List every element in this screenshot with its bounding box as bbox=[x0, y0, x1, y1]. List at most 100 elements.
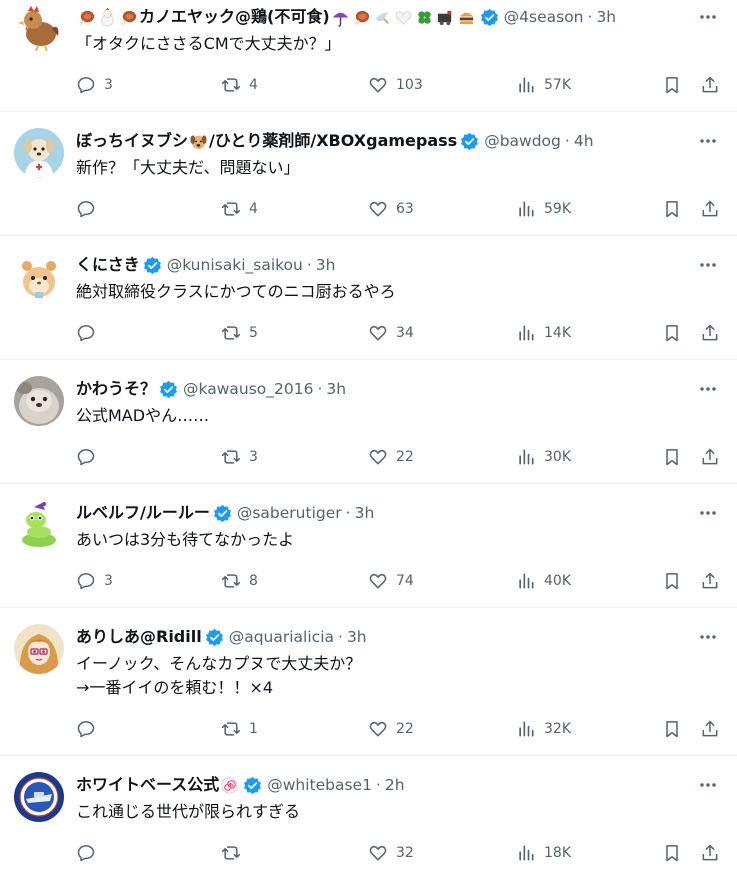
retweet-button[interactable]: 5 bbox=[221, 321, 258, 345]
share-button[interactable] bbox=[700, 569, 720, 593]
share-button[interactable] bbox=[700, 197, 720, 221]
user-handle[interactable]: @4season bbox=[504, 6, 584, 28]
user-handle[interactable]: @kunisaki_saikou bbox=[167, 254, 303, 276]
views-button[interactable]: 14K bbox=[516, 321, 571, 345]
tweet-header: かわうそ？ @kawauso_2016 · 3h bbox=[76, 378, 697, 400]
like-icon bbox=[369, 77, 387, 93]
views-button[interactable]: 18K bbox=[516, 841, 571, 865]
bookmark-button[interactable] bbox=[662, 73, 682, 97]
user-handle[interactable]: @kawauso_2016 bbox=[183, 378, 313, 400]
otter-photo-avatar[interactable] bbox=[14, 376, 64, 426]
retweet-button[interactable]: 8 bbox=[221, 569, 258, 593]
view-count: 59K bbox=[544, 201, 571, 217]
reply-button[interactable]: 3 bbox=[76, 569, 113, 593]
more-icon[interactable] bbox=[697, 774, 719, 796]
tweet-timestamp[interactable]: 2h bbox=[385, 774, 405, 796]
retweet-button[interactable]: 3 bbox=[221, 445, 258, 469]
whitebase-logo-avatar[interactable] bbox=[14, 772, 64, 822]
reply-button[interactable] bbox=[76, 197, 104, 221]
tweet-actions: 5 34 14K bbox=[76, 321, 737, 345]
display-name-suffix[interactable]: /ひとり薬剤師/XBOXgamepass bbox=[209, 130, 457, 152]
bookmark-button[interactable] bbox=[662, 841, 682, 865]
user-handle[interactable]: @whitebase1 bbox=[267, 774, 372, 796]
display-name[interactable]: ルベルフ/ルールー bbox=[76, 502, 210, 524]
user-handle[interactable]: @bawdog bbox=[484, 130, 561, 152]
retweet-count: 4 bbox=[249, 201, 258, 217]
more-icon[interactable] bbox=[697, 6, 719, 28]
like-button[interactable]: 103 bbox=[368, 73, 423, 97]
tweet-timestamp[interactable]: 3h bbox=[326, 378, 346, 400]
like-button[interactable]: 34 bbox=[368, 321, 414, 345]
tweet[interactable]: カノエヤック@鶏(不可食) @4season · 3h 「オタクにささるCMで大… bbox=[0, 0, 737, 112]
reply-icon bbox=[77, 449, 95, 466]
bookmark-button[interactable] bbox=[662, 717, 682, 741]
reply-button[interactable] bbox=[76, 321, 104, 345]
views-button[interactable]: 59K bbox=[516, 197, 571, 221]
bookmark-button[interactable] bbox=[662, 569, 682, 593]
retweet-icon bbox=[221, 846, 241, 860]
tweet-timestamp[interactable]: 4h bbox=[574, 130, 594, 152]
tweet-timestamp[interactable]: 3h bbox=[347, 626, 367, 648]
display-name[interactable]: ホワイトベース公式 bbox=[76, 774, 219, 796]
tweet-timestamp[interactable]: 3h bbox=[355, 502, 375, 524]
retweet-icon bbox=[221, 574, 241, 588]
tweet-timestamp[interactable]: 3h bbox=[316, 254, 336, 276]
more-icon[interactable] bbox=[697, 254, 719, 276]
clover-emoji-icon bbox=[417, 10, 431, 24]
views-button[interactable]: 40K bbox=[516, 569, 571, 593]
doctor-dog-avatar[interactable] bbox=[14, 128, 64, 178]
reply-button[interactable]: 3 bbox=[76, 73, 113, 97]
share-button[interactable] bbox=[700, 321, 720, 345]
tweet-text: イーノック、そんなカプヌで大丈夫か？ →一番イイのを頼む！！×4 bbox=[76, 652, 707, 700]
tweet[interactable]: ホワイトベース公式 @whitebase1 · 2h これ通じる世代が限られすぎ… bbox=[0, 756, 737, 872]
like-button[interactable]: 32 bbox=[368, 841, 414, 865]
display-name[interactable]: ありしあ@Ridill bbox=[76, 626, 202, 648]
tweet[interactable]: ぼっちイヌブシ /ひとり薬剤師/XBOXgamepass @bawdog · 4… bbox=[0, 112, 737, 236]
share-button[interactable] bbox=[700, 73, 720, 97]
retweet-button[interactable]: 4 bbox=[221, 197, 258, 221]
retweet-button[interactable]: 4 bbox=[221, 73, 258, 97]
more-icon[interactable] bbox=[697, 378, 719, 400]
user-handle[interactable]: @saberutiger bbox=[237, 502, 342, 524]
like-count: 22 bbox=[396, 449, 414, 465]
tweet[interactable]: ルベルフ/ルールー @saberutiger · 3h あいつは3分も待てなかっ… bbox=[0, 484, 737, 608]
tweet[interactable]: ありしあ@Ridill @aquarialicia · 3h イーノック、そんな… bbox=[0, 608, 737, 756]
display-name[interactable]: かわうそ？ bbox=[76, 378, 156, 400]
anime-girl-avatar[interactable] bbox=[14, 624, 64, 674]
bookmark-button[interactable] bbox=[662, 445, 682, 469]
snake-avatar[interactable] bbox=[14, 500, 64, 550]
hamster-avatar[interactable] bbox=[14, 252, 64, 302]
retweet-button[interactable] bbox=[221, 841, 249, 865]
share-icon bbox=[702, 844, 718, 861]
more-icon[interactable] bbox=[697, 502, 719, 524]
retweet-button[interactable]: 1 bbox=[221, 717, 258, 741]
burger-emoji-icon bbox=[459, 12, 473, 24]
share-button[interactable] bbox=[700, 445, 720, 469]
more-icon[interactable] bbox=[697, 626, 719, 648]
reply-button[interactable] bbox=[76, 717, 104, 741]
user-handle[interactable]: @aquarialicia bbox=[229, 626, 334, 648]
reply-button[interactable] bbox=[76, 445, 104, 469]
tweet[interactable]: くにさき @kunisaki_saikou · 3h 絶対取締役クラスにかつての… bbox=[0, 236, 737, 360]
views-button[interactable]: 57K bbox=[516, 73, 571, 97]
bookmark-button[interactable] bbox=[662, 197, 682, 221]
views-button[interactable]: 32K bbox=[516, 717, 571, 741]
like-button[interactable]: 22 bbox=[368, 717, 414, 741]
like-button[interactable]: 63 bbox=[368, 197, 414, 221]
reply-button[interactable] bbox=[76, 841, 104, 865]
tweet-text-line: イーノック、そんなカプヌで大丈夫か？ bbox=[76, 654, 362, 673]
display-name[interactable]: ぼっちイヌブシ bbox=[76, 130, 188, 152]
like-icon bbox=[369, 721, 387, 737]
like-button[interactable]: 22 bbox=[368, 445, 414, 469]
share-button[interactable] bbox=[700, 841, 720, 865]
bookmark-button[interactable] bbox=[662, 321, 682, 345]
views-button[interactable]: 30K bbox=[516, 445, 571, 469]
share-button[interactable] bbox=[700, 717, 720, 741]
like-button[interactable]: 74 bbox=[368, 569, 414, 593]
tweet-timestamp[interactable]: 3h bbox=[596, 6, 616, 28]
display-name[interactable]: くにさき bbox=[76, 254, 140, 276]
tweet[interactable]: かわうそ？ @kawauso_2016 · 3h 公式MADやん…… 3 22 bbox=[0, 360, 737, 484]
more-icon[interactable] bbox=[697, 130, 719, 152]
display-name[interactable]: カノエヤック@鶏(不可食) bbox=[139, 6, 330, 28]
rooster-avatar[interactable] bbox=[14, 2, 64, 52]
